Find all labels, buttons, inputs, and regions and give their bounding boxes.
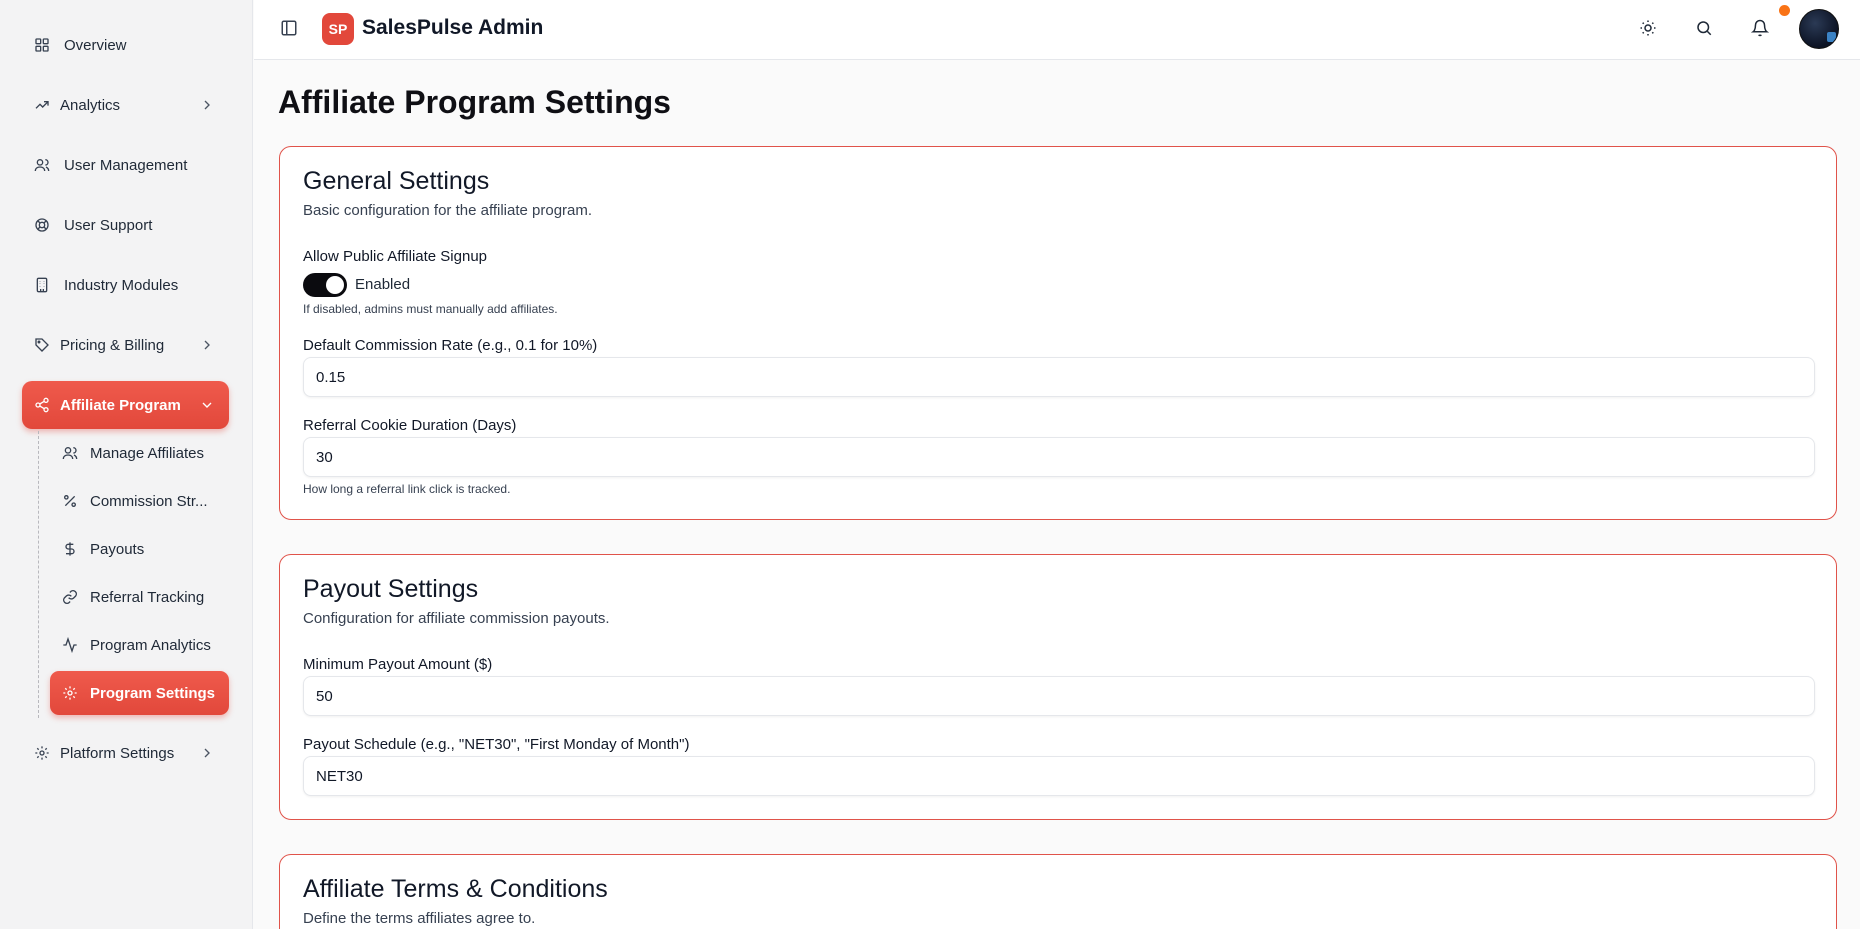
sidebar-item-label: User Management (64, 156, 188, 174)
general-settings-card: General Settings Basic configuration for… (279, 146, 1837, 520)
tag-icon (32, 335, 52, 355)
percent-icon (61, 492, 79, 510)
sidebar-item-label: Affiliate Program (60, 396, 181, 414)
terms-card: Affiliate Terms & Conditions Define the … (279, 854, 1837, 929)
sidebar-item-platform-settings[interactable]: Platform Settings (22, 729, 229, 777)
sidebar-item-user-management[interactable]: User Management (22, 141, 229, 189)
sidebar: Overview Analytics User Management User … (0, 0, 253, 929)
signup-hint: If disabled, admins must manually add af… (303, 302, 558, 316)
top-header: SP SalesPulse Admin (254, 0, 1860, 60)
link-icon (61, 588, 79, 606)
cookie-duration-input[interactable] (303, 437, 1815, 477)
sidebar-toggle-icon[interactable] (280, 19, 300, 39)
sidebar-subitem-payouts[interactable]: Payouts (50, 527, 229, 571)
cookie-duration-label: Referral Cookie Duration (Days) (303, 417, 517, 434)
users-icon (61, 444, 79, 462)
sidebar-item-label: Analytics (60, 96, 121, 114)
min-payout-input[interactable] (303, 676, 1815, 716)
search-icon[interactable] (1695, 19, 1715, 39)
sidebar-subitem-label: Manage Affiliates (90, 444, 204, 462)
sidebar-subitem-referral-tracking[interactable]: Referral Tracking (50, 575, 229, 619)
app-logo: SP (322, 13, 354, 45)
trending-up-icon (32, 95, 52, 115)
switch-state-label: Enabled (355, 276, 411, 293)
card-description: Define the terms affiliates agree to. (303, 910, 536, 927)
sidebar-item-overview[interactable]: Overview (22, 21, 229, 69)
sidebar-subitem-program-settings[interactable]: Program Settings (50, 671, 229, 715)
chevron-right-icon (199, 745, 215, 761)
building-icon (32, 275, 52, 295)
sidebar-item-analytics[interactable]: Analytics (22, 81, 229, 129)
card-title: Affiliate Terms & Conditions (303, 875, 608, 903)
card-description: Configuration for affiliate commission p… (303, 610, 610, 627)
gear-icon (32, 743, 52, 763)
bell-icon[interactable] (1751, 19, 1771, 39)
sidebar-item-label: User Support (64, 216, 153, 234)
sidebar-subitem-label: Program Settings (90, 684, 216, 702)
grid-icon (32, 35, 52, 55)
payout-settings-card: Payout Settings Configuration for affili… (279, 554, 1837, 820)
activity-icon (61, 636, 79, 654)
page-title: Affiliate Program Settings (278, 84, 671, 120)
sidebar-subitem-commission-structure[interactable]: Commission Str... (50, 479, 229, 523)
sidebar-item-label: Pricing & Billing (60, 336, 165, 354)
sidebar-subitem-label: Program Analytics (90, 636, 211, 654)
payout-schedule-input[interactable] (303, 756, 1815, 796)
public-signup-switch[interactable] (303, 273, 347, 297)
users-icon (32, 155, 52, 175)
min-payout-label: Minimum Payout Amount ($) (303, 656, 493, 673)
commission-rate-label: Default Commission Rate (e.g., 0.1 for 1… (303, 337, 598, 354)
signup-toggle-label: Allow Public Affiliate Signup (303, 248, 487, 265)
sidebar-item-pricing-billing[interactable]: Pricing & Billing (22, 321, 229, 369)
share-icon (32, 395, 52, 415)
notification-dot (1779, 5, 1790, 16)
sidebar-item-user-support[interactable]: User Support (22, 201, 229, 249)
sidebar-subitem-label: Commission Str... (90, 492, 208, 510)
submenu-guide-line (38, 431, 39, 718)
chevron-right-icon (199, 337, 215, 353)
lifebuoy-icon (32, 215, 52, 235)
card-description: Basic configuration for the affiliate pr… (303, 202, 593, 219)
app-title: SalesPulse Admin (362, 16, 544, 39)
sidebar-item-industry-modules[interactable]: Industry Modules (22, 261, 229, 309)
theme-toggle-icon[interactable] (1639, 19, 1659, 39)
sidebar-subitem-manage-affiliates[interactable]: Manage Affiliates (50, 431, 229, 475)
card-title: General Settings (303, 167, 490, 195)
chevron-right-icon (199, 97, 215, 113)
commission-rate-input[interactable] (303, 357, 1815, 397)
sidebar-item-label: Platform Settings (60, 744, 175, 762)
sidebar-item-label: Industry Modules (64, 276, 179, 294)
chevron-down-icon (199, 397, 215, 413)
gear-icon (61, 684, 79, 702)
avatar[interactable] (1799, 9, 1839, 49)
sidebar-subitem-label: Payouts (90, 540, 145, 558)
sidebar-subitem-label: Referral Tracking (90, 588, 205, 606)
card-title: Payout Settings (303, 575, 479, 603)
sidebar-item-affiliate-program[interactable]: Affiliate Program (22, 381, 229, 429)
cookie-hint: How long a referral link click is tracke… (303, 482, 511, 496)
sidebar-subitem-program-analytics[interactable]: Program Analytics (50, 623, 229, 667)
dollar-icon (61, 540, 79, 558)
payout-schedule-label: Payout Schedule (e.g., "NET30", "First M… (303, 736, 690, 753)
sidebar-item-label: Overview (64, 36, 127, 54)
